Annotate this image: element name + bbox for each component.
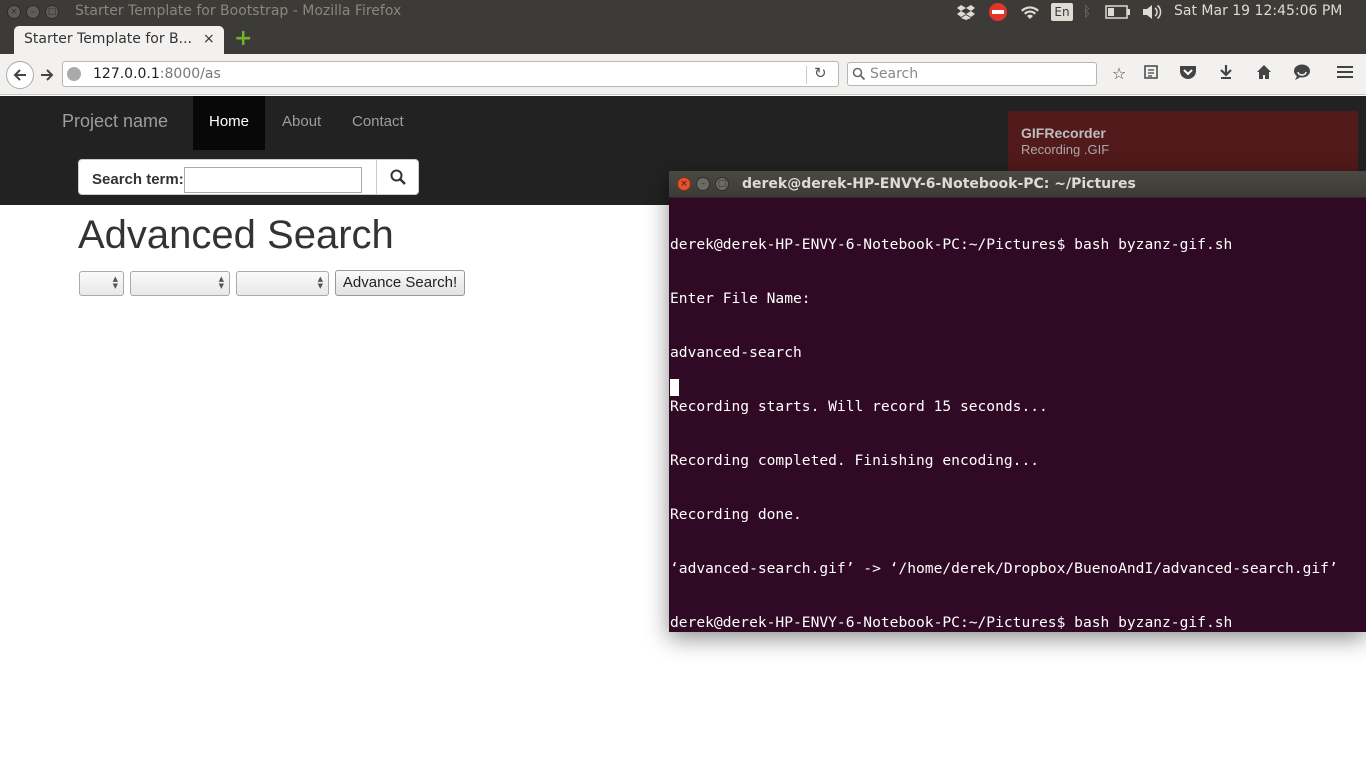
select-1[interactable]: ▲ ▼: [79, 271, 124, 296]
notification-subtitle: Recording .GIF: [1021, 142, 1110, 157]
chevron-updown-icon: ▲ ▼: [112, 275, 118, 290]
bookmark-star-icon[interactable]: ☆: [1108, 64, 1130, 84]
battery-icon[interactable]: [1104, 2, 1132, 22]
terminal-line: Enter File Name:: [670, 290, 811, 307]
forward-arrow-icon: [41, 69, 54, 81]
terminal-line: Recording starts. Will record 15 seconds…: [670, 398, 1048, 415]
select-2[interactable]: ▲ ▼: [130, 271, 230, 296]
page-title: Advanced Search: [78, 213, 394, 257]
url-host: 127.0.0.1: [93, 66, 160, 82]
window-close-button[interactable]: ×: [7, 5, 21, 19]
nav-contact[interactable]: Contact: [352, 113, 404, 130]
dropbox-icon[interactable]: [955, 2, 977, 22]
terminal-line: ‘advanced-search.gif’ -> ‘/home/derek/Dr…: [670, 560, 1338, 577]
clock[interactable]: Sat Mar 19 12:45:06 PM: [1174, 3, 1342, 19]
search-input[interactable]: Search: [847, 62, 1097, 86]
tab-close-icon[interactable]: ×: [203, 31, 215, 47]
forward-button[interactable]: [38, 62, 56, 88]
home-icon[interactable]: [1253, 64, 1275, 84]
terminal-close-button[interactable]: ×: [677, 177, 691, 191]
volume-icon[interactable]: [1141, 2, 1163, 22]
terminal-line: Enter File Name:: [670, 668, 811, 685]
tab-title: Starter Template for B...: [24, 31, 193, 47]
magnifier-icon: [390, 169, 406, 185]
window-minimize-button[interactable]: –: [26, 5, 40, 19]
do-not-disturb-icon[interactable]: [987, 2, 1009, 22]
url-divider: [806, 66, 807, 84]
window-title: Starter Template for Bootstrap - Mozilla…: [75, 3, 402, 19]
terminal-line: derek@derek-HP-ENVY-6-Notebook-PC:~/Pict…: [670, 236, 1233, 253]
terminal-cursor: [670, 379, 679, 396]
advance-search-button[interactable]: Advance Search!: [335, 270, 465, 296]
brand-link[interactable]: Project name: [62, 111, 168, 132]
terminal-line: derek@derek-HP-ENVY-6-Notebook-PC:~/Pict…: [670, 614, 1233, 631]
notification-title: GIFRecorder: [1021, 125, 1106, 141]
keyboard-layout-indicator[interactable]: En: [1051, 3, 1073, 21]
search-term-input[interactable]: [184, 167, 362, 193]
url-bar[interactable]: 127.0.0.1:8000/as: [62, 61, 839, 87]
new-tab-button[interactable]: +: [234, 28, 252, 50]
site-identity-icon[interactable]: [67, 67, 81, 81]
terminal-minimize-button[interactable]: –: [696, 177, 710, 191]
reading-list-icon[interactable]: [1140, 64, 1162, 84]
bluetooth-icon[interactable]: ᛒ: [1079, 2, 1095, 22]
browser-tab[interactable]: Starter Template for B...: [14, 26, 224, 54]
wifi-icon[interactable]: [1018, 2, 1042, 22]
window-maximize-button[interactable]: □: [45, 5, 59, 19]
search-icon: [852, 66, 866, 85]
notification-bubble: [1008, 111, 1358, 171]
hello-chat-icon[interactable]: [1291, 64, 1313, 84]
terminal-line: advanced-search: [670, 344, 802, 361]
downloads-icon[interactable]: [1215, 64, 1237, 84]
terminal-line: Recording completed. Finishing encoding.…: [670, 452, 1040, 469]
nav-home[interactable]: Home: [193, 96, 265, 150]
terminal-maximize-button[interactable]: □: [715, 177, 729, 191]
select-3[interactable]: ▲ ▼: [236, 271, 329, 296]
chevron-updown-icon: ▲ ▼: [218, 275, 224, 290]
back-button[interactable]: [6, 61, 34, 89]
pocket-icon[interactable]: [1177, 64, 1199, 84]
nav-about[interactable]: About: [282, 113, 321, 130]
chevron-updown-icon: ▲ ▼: [317, 275, 323, 290]
search-term-label: Search term:: [92, 171, 184, 188]
reload-icon[interactable]: ↻: [814, 64, 827, 82]
menu-icon[interactable]: [1334, 64, 1356, 84]
terminal-line: advanced-search: [670, 722, 802, 739]
terminal-output[interactable]: derek@derek-HP-ENVY-6-Notebook-PC:~/Pict…: [670, 200, 1366, 758]
url-path: :8000/as: [159, 66, 221, 82]
back-arrow-icon: [13, 69, 26, 81]
search-submit-button[interactable]: [376, 160, 418, 194]
terminal-title: derek@derek-HP-ENVY-6-Notebook-PC: ~/Pic…: [742, 176, 1136, 192]
terminal-line: Recording done.: [670, 506, 802, 523]
